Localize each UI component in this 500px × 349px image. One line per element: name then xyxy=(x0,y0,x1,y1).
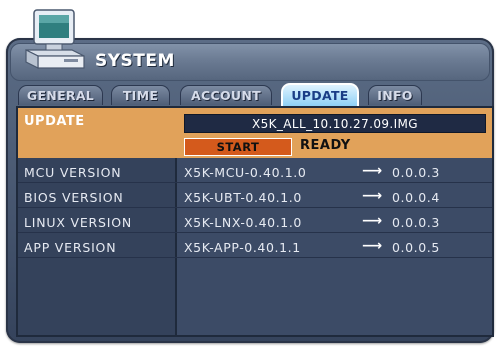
window-title: SYSTEM xyxy=(95,51,175,71)
tab-update[interactable]: UPDATE xyxy=(281,83,359,106)
image-file-field[interactable]: X5K_ALL_10.10.27.09.IMG xyxy=(184,114,486,133)
mcu-version-label: MCU VERSION xyxy=(24,165,122,180)
app-version-target: 0.0.0.5 xyxy=(392,240,440,255)
update-panel: UPDATE X5K_ALL_10.10.27.09.IMG START REA… xyxy=(16,106,494,337)
tab-account[interactable]: ACCOUNT xyxy=(180,85,272,105)
mcu-version-current: X5K-MCU-0.40.1.0 xyxy=(184,165,307,180)
tab-general[interactable]: GENERAL xyxy=(18,85,103,105)
arrow-right-icon: ⟶ xyxy=(362,163,383,179)
row-divider xyxy=(18,207,492,208)
app-version-label: APP VERSION xyxy=(24,240,117,255)
update-label: UPDATE xyxy=(24,114,85,129)
linux-version-label: LINUX VERSION xyxy=(24,215,133,230)
row-divider xyxy=(18,232,492,233)
bios-version-target: 0.0.0.4 xyxy=(392,190,440,205)
row-divider xyxy=(18,182,492,183)
bios-version-label: BIOS VERSION xyxy=(24,190,124,205)
linux-version-target: 0.0.0.3 xyxy=(392,215,440,230)
row-divider xyxy=(18,257,492,258)
computer-icon xyxy=(25,9,85,69)
app-version-current: X5K-APP-0.40.1.1 xyxy=(184,240,301,255)
arrow-right-icon: ⟶ xyxy=(362,188,383,204)
tab-time[interactable]: TIME xyxy=(111,85,170,105)
update-status: READY xyxy=(300,138,351,153)
update-row: UPDATE X5K_ALL_10.10.27.09.IMG START REA… xyxy=(18,108,492,158)
mcu-version-target: 0.0.0.3 xyxy=(392,165,440,180)
arrow-right-icon: ⟶ xyxy=(362,213,383,229)
tab-info[interactable]: INFO xyxy=(368,85,422,105)
linux-version-current: X5K-LNX-0.40.1.0 xyxy=(184,215,302,230)
bios-version-current: X5K-UBT-0.40.1.0 xyxy=(184,190,302,205)
arrow-right-icon: ⟶ xyxy=(362,238,383,254)
start-button[interactable]: START xyxy=(184,138,292,156)
